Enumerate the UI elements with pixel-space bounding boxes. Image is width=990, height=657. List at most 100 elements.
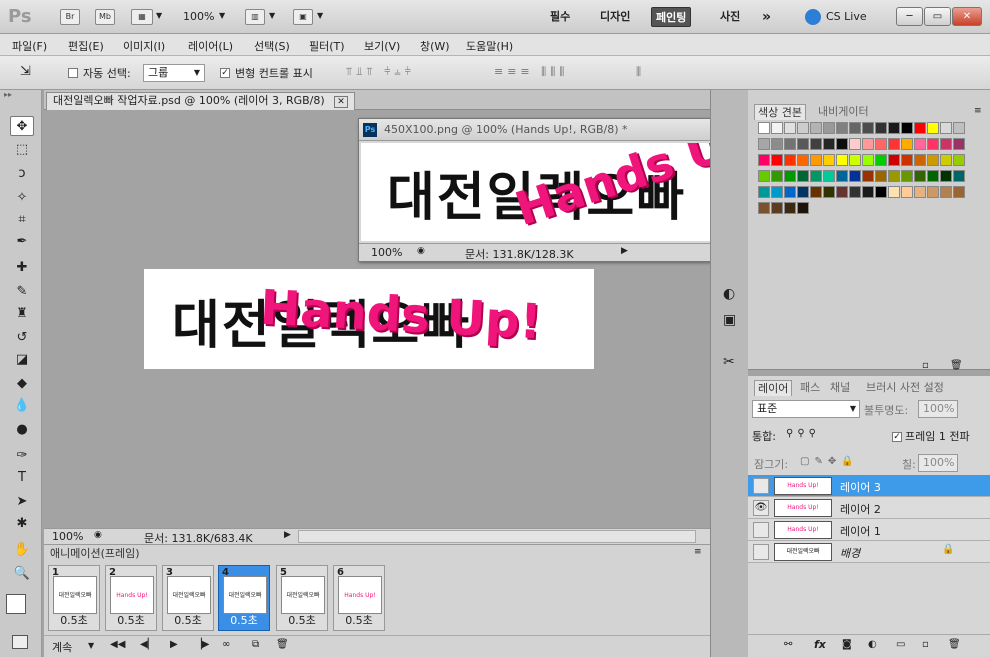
auto-select-checkbox[interactable]	[68, 66, 78, 79]
blur-tool-icon[interactable]: 💧	[10, 396, 34, 416]
auto-select-dropdown[interactable]: 그룹 ▼	[143, 64, 205, 82]
panel-menu-icon[interactable]: ≡	[974, 106, 982, 116]
new-group-icon[interactable]: ▭	[896, 639, 905, 650]
color-swatch[interactable]	[758, 186, 770, 198]
color-swatch[interactable]	[823, 170, 835, 182]
menu-image[interactable]: 이미지(I)	[123, 38, 165, 54]
tab-swatches[interactable]: 색상 견본	[754, 104, 806, 120]
lock-buttons-icon[interactable]: ▢✎✥🔒	[800, 456, 859, 467]
animation-frame[interactable]: 3 대전일렉오빠 0.5초	[162, 565, 214, 631]
tab-layers[interactable]: 레이어	[754, 380, 793, 396]
color-swatch[interactable]	[758, 122, 770, 134]
visibility-toggle[interactable]	[753, 478, 769, 494]
tools-preset-icon[interactable]: ✂	[723, 354, 735, 370]
color-swatch[interactable]	[810, 138, 822, 150]
color-swatch[interactable]	[823, 122, 835, 134]
loop-option[interactable]: 계속	[52, 639, 72, 655]
bridge-button[interactable]: Br	[60, 9, 80, 25]
document-canvas[interactable]: 대전일렉오빠 Hands Up!	[144, 269, 594, 369]
color-swatch[interactable]	[888, 154, 900, 166]
color-swatch[interactable]	[901, 122, 913, 134]
close-button[interactable]: ✕	[952, 7, 982, 26]
eraser-tool-icon[interactable]: ◪	[10, 350, 34, 370]
masks-icon[interactable]: ▣	[723, 312, 736, 328]
layer-row[interactable]: Hands Up! 레이어 3	[748, 475, 990, 497]
adjustment-layer-icon[interactable]: ◐	[868, 639, 877, 650]
auto-align-icon[interactable]: ⫼	[636, 65, 641, 79]
color-swatch[interactable]	[914, 186, 926, 198]
color-swatch[interactable]	[771, 138, 783, 150]
brush-tool-icon[interactable]: ✎	[10, 282, 34, 302]
move-tool-preset-icon[interactable]: ⇲	[20, 64, 31, 79]
color-swatch[interactable]	[940, 122, 952, 134]
collapse-icon[interactable]: ▸▸	[4, 90, 12, 99]
color-swatch[interactable]	[771, 122, 783, 134]
eyedropper-icon[interactable]: ✒	[10, 232, 34, 252]
restore-button[interactable]: ▭	[924, 7, 951, 26]
color-swatch[interactable]	[836, 138, 848, 150]
zoom-level[interactable]: 100%	[183, 10, 214, 23]
next-frame-icon[interactable]: ▕▶	[194, 639, 209, 650]
color-swatch[interactable]	[862, 138, 874, 150]
foreground-color-swatch[interactable]	[6, 594, 26, 614]
color-swatch[interactable]	[914, 138, 926, 150]
close-tab-icon[interactable]: ✕	[334, 96, 348, 108]
workspace-design[interactable]: 디자인	[596, 7, 634, 27]
color-swatch[interactable]	[836, 154, 848, 166]
layer-name[interactable]: 레이어 3	[840, 479, 881, 495]
lasso-tool-icon[interactable]: ↄ	[10, 164, 34, 184]
doc-zoom[interactable]: 100%	[52, 530, 83, 543]
color-swatch[interactable]	[888, 170, 900, 182]
color-swatch[interactable]	[797, 186, 809, 198]
color-swatch[interactable]	[953, 170, 965, 182]
color-swatch[interactable]	[953, 186, 965, 198]
status-arrow-icon[interactable]: ▶	[284, 530, 291, 540]
color-swatch[interactable]	[849, 154, 861, 166]
arrange-documents-icon[interactable]: ▥	[245, 9, 265, 25]
color-swatch[interactable]	[810, 186, 822, 198]
play-icon[interactable]: ▶	[170, 639, 178, 650]
menu-select[interactable]: 선택(S)	[254, 38, 290, 54]
fill-field[interactable]: 100%	[918, 454, 958, 472]
menu-layer[interactable]: 레이어(L)	[188, 38, 233, 54]
color-swatch[interactable]	[953, 154, 965, 166]
distribute-buttons-icon[interactable]: ≡≡≡ ⫼⫼⫼	[494, 65, 568, 79]
layer-style-icon[interactable]: fx	[814, 638, 826, 651]
shape-tool-icon[interactable]: ✱	[10, 514, 34, 534]
layer-row[interactable]: Hands Up! 레이어 1	[748, 519, 990, 541]
healing-brush-icon[interactable]: ✚	[10, 258, 34, 278]
color-swatch[interactable]	[862, 170, 874, 182]
menu-help[interactable]: 도움말(H)	[466, 38, 513, 54]
color-swatch[interactable]	[771, 202, 783, 214]
color-swatch[interactable]	[875, 122, 887, 134]
color-swatch[interactable]	[797, 202, 809, 214]
animation-frame[interactable]: 2 Hands Up! 0.5초	[105, 565, 157, 631]
delete-frame-icon[interactable]: 🗑	[276, 639, 289, 650]
color-swatch[interactable]	[823, 186, 835, 198]
color-swatch[interactable]	[901, 186, 913, 198]
color-swatch[interactable]	[784, 138, 796, 150]
status-menu-icon[interactable]: ◉	[94, 530, 102, 540]
chevron-down-icon[interactable]: ▼	[219, 11, 225, 20]
crop-tool-icon[interactable]: ⌗	[10, 210, 34, 230]
color-swatch[interactable]	[927, 138, 939, 150]
previous-frame-icon[interactable]: ◀▏	[140, 639, 155, 650]
color-swatch[interactable]	[797, 154, 809, 166]
color-swatch[interactable]	[875, 154, 887, 166]
adjustments-icon[interactable]: ◐	[723, 286, 735, 302]
screen-mode-icon[interactable]: ▣	[293, 9, 313, 25]
color-swatch[interactable]	[901, 138, 913, 150]
pen-tool-icon[interactable]: ✑	[10, 446, 34, 466]
color-swatch[interactable]	[771, 154, 783, 166]
color-swatch[interactable]	[784, 122, 796, 134]
delete-layer-icon[interactable]: 🗑	[948, 639, 961, 650]
chevron-down-icon[interactable]: ▼	[317, 11, 323, 20]
delete-swatch-icon[interactable]: 🗑	[950, 360, 963, 371]
animation-frame[interactable]: 6 Hands Up! 0.5초	[333, 565, 385, 631]
propagate-checkbox[interactable]: ✓	[892, 430, 902, 443]
color-swatch[interactable]	[940, 154, 952, 166]
color-swatch[interactable]	[836, 122, 848, 134]
color-swatch[interactable]	[927, 170, 939, 182]
tab-brush-presets[interactable]: 브러시 사전 설정	[866, 380, 944, 396]
color-swatch[interactable]	[784, 202, 796, 214]
